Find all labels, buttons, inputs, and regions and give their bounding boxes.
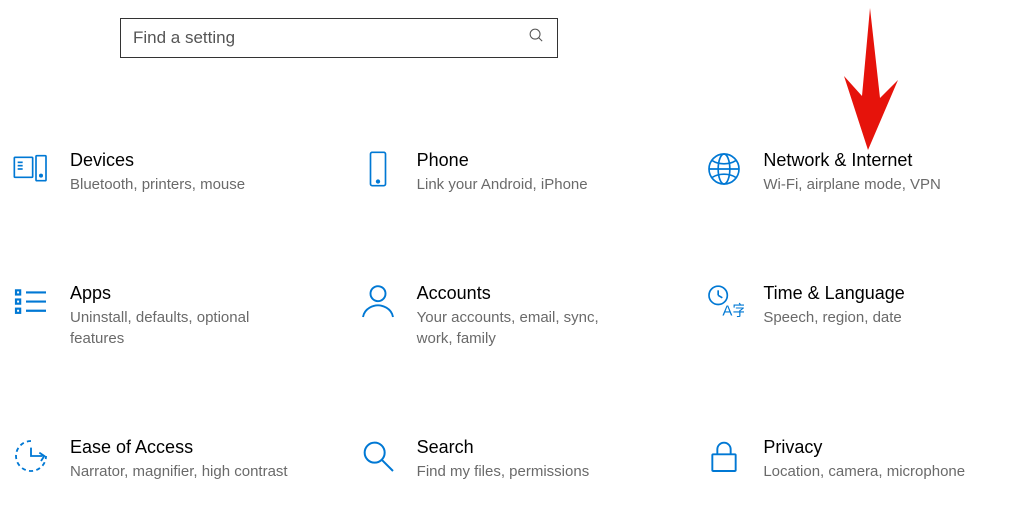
tile-text: Accounts Your accounts, email, sync, wor…	[417, 281, 637, 349]
tile-title: Apps	[70, 283, 290, 304]
tile-subtitle: Wi-Fi, airplane mode, VPN	[763, 175, 941, 195]
category-ease-of-access[interactable]: Ease of Access Narrator, magnifier, high…	[10, 435, 317, 482]
category-network-internet[interactable]: Network & Internet Wi-Fi, airplane mode,…	[703, 148, 1010, 195]
tile-text: Privacy Location, camera, microphone	[763, 435, 965, 482]
tile-title: Devices	[70, 150, 245, 171]
tile-text: Apps Uninstall, defaults, optional featu…	[70, 281, 290, 349]
magnifier-icon	[357, 435, 399, 477]
tile-subtitle: Speech, region, date	[763, 308, 904, 328]
tile-subtitle: Location, camera, microphone	[763, 462, 965, 482]
apps-list-icon	[10, 281, 52, 323]
tile-subtitle: Narrator, magnifier, high contrast	[70, 462, 288, 482]
settings-categories-grid: Devices Bluetooth, printers, mouse Phone…	[10, 148, 1010, 482]
tile-title: Accounts	[417, 283, 637, 304]
category-phone[interactable]: Phone Link your Android, iPhone	[357, 148, 664, 195]
tile-title: Privacy	[763, 437, 965, 458]
tile-subtitle: Find my files, permissions	[417, 462, 590, 482]
tile-text: Devices Bluetooth, printers, mouse	[70, 148, 245, 195]
category-devices[interactable]: Devices Bluetooth, printers, mouse	[10, 148, 317, 195]
devices-icon	[10, 148, 52, 190]
search-icon	[528, 27, 545, 49]
tile-text: Ease of Access Narrator, magnifier, high…	[70, 435, 288, 482]
tile-subtitle: Uninstall, defaults, optional features	[70, 308, 290, 349]
tile-text: Network & Internet Wi-Fi, airplane mode,…	[763, 148, 941, 195]
tile-title: Network & Internet	[763, 150, 941, 171]
person-icon	[357, 281, 399, 323]
lock-icon	[703, 435, 745, 477]
category-time-language[interactable]: A字 Time & Language Speech, region, date	[703, 281, 1010, 349]
tile-title: Phone	[417, 150, 588, 171]
tile-text: Search Find my files, permissions	[417, 435, 590, 482]
tile-title: Search	[417, 437, 590, 458]
category-search[interactable]: Search Find my files, permissions	[357, 435, 664, 482]
tile-subtitle: Bluetooth, printers, mouse	[70, 175, 245, 195]
tile-title: Time & Language	[763, 283, 904, 304]
ease-of-access-icon	[10, 435, 52, 477]
search-input[interactable]	[133, 28, 520, 48]
category-privacy[interactable]: Privacy Location, camera, microphone	[703, 435, 1010, 482]
phone-icon	[357, 148, 399, 190]
settings-search-row	[0, 0, 1024, 58]
tile-subtitle: Your accounts, email, sync, work, family	[417, 308, 637, 349]
globe-icon	[703, 148, 745, 190]
tile-text: Time & Language Speech, region, date	[763, 281, 904, 328]
category-apps[interactable]: Apps Uninstall, defaults, optional featu…	[10, 281, 317, 349]
tile-text: Phone Link your Android, iPhone	[417, 148, 588, 195]
tile-title: Ease of Access	[70, 437, 288, 458]
settings-search-box[interactable]	[120, 18, 558, 58]
tile-subtitle: Link your Android, iPhone	[417, 175, 588, 195]
svg-text:A字: A字	[723, 303, 745, 320]
category-accounts[interactable]: Accounts Your accounts, email, sync, wor…	[357, 281, 664, 349]
time-language-icon: A字	[703, 281, 745, 323]
